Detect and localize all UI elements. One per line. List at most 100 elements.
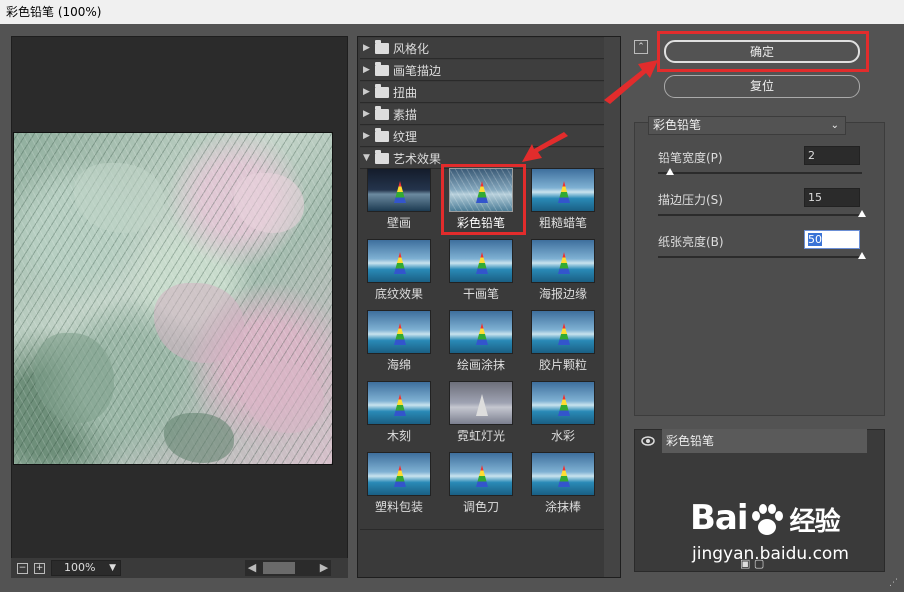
filter-thumbnail[interactable]: 海报边缘	[522, 239, 602, 303]
category-label: 画笔描边	[393, 63, 442, 78]
filter-preview-image	[531, 168, 595, 212]
scroll-thumb[interactable]	[263, 562, 295, 574]
filter-gallery: ▶ 风格化 ▶ 画笔描边 ▶ 扭曲 ▶ 素描 ▶ 纹理 ▼ 艺术效果 壁画 彩色铅笔 粗糙蜡笔 底纹效果 干画…	[357, 36, 621, 578]
collapsed-arrow-icon: ▶	[363, 109, 370, 119]
folder-icon	[375, 105, 389, 120]
chevron-down-icon: ⌄	[830, 120, 839, 131]
resize-grip-icon[interactable]: ⋰	[889, 578, 898, 588]
filter-thumbnail[interactable]: 胶片颗粒	[522, 310, 602, 374]
filter-thumbnail[interactable]: 底纹效果	[358, 239, 438, 303]
filter-label: 壁画	[386, 216, 411, 230]
filter-preview-image	[367, 310, 431, 354]
expanded-arrow-icon: ▼	[363, 153, 370, 163]
filter-preview-image	[367, 381, 431, 425]
filter-thumbnail[interactable]: 粗糙蜡笔	[522, 168, 602, 232]
reset-button[interactable]: 复位	[664, 75, 860, 98]
filter-label: 霓虹灯光	[456, 429, 505, 443]
folder-icon	[375, 61, 389, 76]
filter-thumbnail[interactable]: 塑料包装	[358, 452, 438, 516]
zoom-out-button[interactable]: −	[17, 562, 28, 574]
filter-gallery-dialog: − + 100% ▼ ◀ ▶ ▶ 风格化 ▶ 画笔描边 ▶ 扭曲 ▶ 素描 ▶ 纹理 ▼ 艺术效果 壁…	[0, 24, 904, 592]
gallery-category[interactable]: ▶ 素描	[360, 104, 604, 125]
param-label: 铅笔宽度(P)	[658, 151, 723, 165]
param-label: 描边压力(S)	[658, 193, 723, 207]
filter-label: 水彩	[550, 429, 575, 443]
category-label: 纹理	[393, 129, 418, 144]
param-input[interactable]: 15	[804, 188, 860, 207]
filter-preview-image	[449, 239, 513, 283]
highlight-selected-filter	[441, 164, 526, 235]
collapsed-arrow-icon: ▶	[363, 87, 370, 97]
preview-panel[interactable]	[11, 36, 348, 578]
paw-icon	[751, 503, 783, 535]
filter-thumbnail[interactable]: 调色刀	[440, 452, 520, 516]
filter-preview-image	[367, 168, 431, 212]
filter-thumbnail[interactable]: 干画笔	[440, 239, 520, 303]
gallery-category[interactable]: ▶ 画笔描边	[360, 60, 604, 81]
filter-label: 底纹效果	[374, 287, 423, 301]
filter-thumbnail[interactable]: 霓虹灯光	[440, 381, 520, 445]
param-input[interactable]: 2	[804, 146, 860, 165]
filter-preview-image	[449, 310, 513, 354]
param-slider-knob[interactable]	[858, 210, 866, 217]
gallery-scrollbar[interactable]	[604, 37, 620, 577]
filter-label: 塑料包装	[374, 500, 423, 514]
filter-label: 木刻	[386, 429, 411, 443]
category-label: 扭曲	[393, 85, 418, 100]
param-slider-track[interactable]	[658, 172, 862, 174]
collapsed-arrow-icon: ▶	[363, 65, 370, 75]
filter-thumbnail[interactable]: 绘画涂抹	[440, 310, 520, 374]
filter-preview-image	[449, 452, 513, 496]
zoom-in-button[interactable]: +	[34, 562, 45, 574]
filter-thumbnail[interactable]: 壁画	[358, 168, 438, 232]
param-slider-knob[interactable]	[858, 252, 866, 259]
baidu-watermark: Bai 经验 jingyan.baidu.com	[690, 498, 860, 570]
watermark-brand-cn: 经验	[789, 507, 841, 537]
filter-label: 胶片颗粒	[538, 358, 587, 372]
filter-thumbnail[interactable]: 海绵	[358, 310, 438, 374]
collapse-gallery-icon[interactable]: ⌃	[634, 40, 648, 54]
filter-select-value: 彩色铅笔	[653, 118, 702, 132]
param-value: 2	[808, 149, 815, 162]
folder-icon	[375, 39, 389, 54]
filter-preview-image	[367, 239, 431, 283]
filter-label: 干画笔	[462, 287, 499, 301]
filter-label: 调色刀	[462, 500, 499, 514]
param-slider-track[interactable]	[658, 256, 862, 258]
ok-button[interactable]: 确定	[664, 40, 860, 63]
collapsed-arrow-icon: ▶	[363, 131, 370, 141]
arrow-to-filter-icon	[522, 132, 568, 162]
param-value: 50	[808, 233, 822, 246]
watermark-brand: Bai	[690, 498, 749, 538]
gallery-divider	[360, 529, 604, 530]
gallery-category[interactable]: ▶ 扭曲	[360, 82, 604, 103]
zoom-select[interactable]: 100% ▼	[51, 560, 121, 576]
param-slider-knob[interactable]	[666, 168, 674, 175]
scroll-right-icon[interactable]: ▶	[317, 561, 331, 575]
window-title: 彩色铅笔 (100%)	[0, 0, 904, 24]
gallery-category[interactable]: ▶ 风格化	[360, 38, 604, 59]
watermark-url: jingyan.baidu.com	[692, 544, 849, 564]
preview-scrollbar[interactable]: ◀ ▶	[245, 560, 331, 576]
effect-layer-item[interactable]: 彩色铅笔	[662, 429, 867, 453]
filter-thumbnail[interactable]: 水彩	[522, 381, 602, 445]
filter-param: 纸张亮度(B) 50	[658, 230, 866, 271]
scroll-left-icon[interactable]: ◀	[245, 561, 259, 575]
preview-toolbar: − + 100% ▼ ◀ ▶	[11, 558, 348, 578]
param-value: 15	[808, 191, 822, 204]
param-input[interactable]: 50	[804, 230, 860, 249]
filter-param: 描边压力(S) 15	[658, 188, 866, 229]
param-slider-track[interactable]	[658, 214, 862, 216]
filter-preview-image	[531, 381, 595, 425]
preview-image[interactable]	[13, 132, 333, 465]
category-label: 素描	[393, 107, 418, 122]
filter-select[interactable]: 彩色铅笔 ⌄	[648, 116, 846, 135]
folder-icon	[375, 83, 389, 98]
chevron-down-icon: ▼	[109, 563, 116, 573]
filter-label: 海报边缘	[538, 287, 587, 301]
folder-icon	[375, 149, 389, 164]
filter-thumbnail[interactable]: 木刻	[358, 381, 438, 445]
filter-label: 粗糙蜡笔	[538, 216, 587, 230]
filter-thumbnail[interactable]: 涂抹棒	[522, 452, 602, 516]
eye-icon[interactable]	[641, 435, 655, 447]
